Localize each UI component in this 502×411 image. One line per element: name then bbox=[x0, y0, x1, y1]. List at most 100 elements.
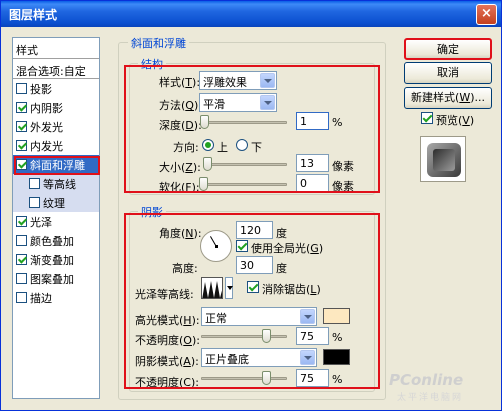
soften-input[interactable]: 0 bbox=[296, 174, 329, 192]
style-checkbox[interactable] bbox=[16, 121, 27, 132]
contour-dropdown-icon[interactable] bbox=[225, 277, 233, 299]
new-style-button[interactable]: 新建样式(W)... bbox=[404, 87, 492, 109]
style-preview-thumbnail bbox=[420, 136, 466, 182]
highlight-opacity-label: 不透明度(O): bbox=[135, 334, 200, 347]
style-list-item[interactable]: 斜面和浮雕 bbox=[13, 155, 99, 174]
size-slider[interactable] bbox=[203, 156, 287, 172]
style-checkbox[interactable] bbox=[16, 159, 27, 170]
highlight-mode-select[interactable]: 正常 bbox=[201, 307, 317, 326]
soften-unit: 像素 bbox=[332, 180, 354, 193]
angle-dial-icon[interactable] bbox=[200, 230, 232, 262]
slider-thumb[interactable] bbox=[203, 157, 213, 171]
slider-thumb[interactable] bbox=[199, 177, 208, 191]
depth-slider[interactable] bbox=[199, 114, 287, 130]
cancel-button[interactable]: 取消 bbox=[404, 62, 492, 84]
highlight-opacity-input[interactable]: 75 bbox=[296, 327, 329, 345]
gloss-contour-label: 光泽等高线: bbox=[135, 288, 194, 301]
slider-thumb[interactable] bbox=[261, 329, 271, 343]
direction-down-label: 下 bbox=[251, 141, 262, 154]
shading-title: 阴影 bbox=[138, 204, 166, 220]
style-list-item[interactable]: 图案叠加 bbox=[13, 269, 99, 288]
depth-input[interactable]: 1 bbox=[296, 112, 329, 130]
structure-title: 结构 bbox=[138, 56, 166, 72]
style-list-label: 颜色叠加 bbox=[30, 234, 74, 248]
style-checkbox[interactable] bbox=[16, 292, 27, 303]
window-title: 图层样式 bbox=[9, 8, 58, 22]
style-list-item[interactable]: 内阴影 bbox=[13, 98, 99, 117]
style-list-item[interactable]: 等高线 bbox=[13, 174, 99, 193]
title-bar: 图层样式 × bbox=[1, 1, 501, 27]
style-checkbox[interactable] bbox=[29, 178, 40, 189]
style-list-header[interactable]: 样式 bbox=[13, 38, 99, 59]
style-checkbox[interactable] bbox=[16, 83, 27, 94]
size-unit: 像素 bbox=[332, 160, 354, 173]
style-list-item[interactable]: 投影 bbox=[13, 79, 99, 98]
close-icon[interactable]: × bbox=[476, 4, 497, 25]
anti-aliased-label: 消除锯齿(L) bbox=[262, 283, 321, 296]
global-light-checkbox[interactable] bbox=[236, 240, 248, 252]
anti-aliased-checkbox[interactable] bbox=[247, 281, 259, 293]
direction-up-label: 上 bbox=[217, 141, 228, 154]
style-list-item[interactable]: 内发光 bbox=[13, 136, 99, 155]
style-list-label: 斜面和浮雕 bbox=[30, 158, 85, 172]
altitude-input[interactable]: 30 bbox=[236, 256, 273, 274]
chevron-down-icon bbox=[260, 95, 275, 110]
size-input[interactable]: 13 bbox=[296, 154, 329, 172]
style-list-label: 图案叠加 bbox=[30, 272, 74, 286]
angle-unit: 度 bbox=[276, 227, 287, 240]
watermark-logo: PConline bbox=[389, 371, 464, 389]
bevel-style-select[interactable]: 浮雕效果 bbox=[199, 71, 277, 90]
highlight-mode-label: 高光模式(H): bbox=[135, 314, 200, 327]
soften-label: 软化(F): bbox=[159, 181, 200, 194]
chevron-down-icon bbox=[300, 309, 315, 324]
style-list-label: 渐变叠加 bbox=[30, 253, 74, 267]
slider-thumb[interactable] bbox=[261, 371, 271, 385]
shadow-color-swatch[interactable] bbox=[323, 349, 350, 365]
soften-slider[interactable] bbox=[199, 176, 287, 192]
shadow-opacity-unit: % bbox=[332, 373, 343, 386]
shadow-mode-select[interactable]: 正片叠底 bbox=[201, 348, 317, 367]
watermark-subtitle: 太平洋电脑网 bbox=[397, 393, 464, 403]
style-list-label: 投影 bbox=[30, 82, 52, 96]
highlight-opacity-slider[interactable] bbox=[201, 328, 287, 344]
style-list-item[interactable]: 外发光 bbox=[13, 117, 99, 136]
style-list-item[interactable]: 光泽 bbox=[13, 212, 99, 231]
style-list: 样式 混合选项:自定 投影内阴影外发光内发光斜面和浮雕等高线纹理光泽颜色叠加渐变… bbox=[12, 37, 100, 399]
shadow-opacity-label: 不透明度(C): bbox=[135, 376, 199, 389]
style-list-item[interactable]: 颜色叠加 bbox=[13, 231, 99, 250]
highlight-color-swatch[interactable] bbox=[323, 308, 350, 324]
chevron-down-icon bbox=[300, 350, 315, 365]
gloss-contour-icon[interactable] bbox=[201, 277, 223, 299]
style-list-label: 等高线 bbox=[43, 177, 76, 191]
style-checkbox[interactable] bbox=[29, 197, 40, 208]
direction-up-radio[interactable] bbox=[202, 139, 214, 151]
shadow-opacity-slider[interactable] bbox=[201, 370, 287, 386]
depth-unit: % bbox=[332, 116, 343, 129]
technique-select[interactable]: 平滑 bbox=[199, 93, 277, 112]
altitude-unit: 度 bbox=[276, 262, 287, 275]
style-checkbox[interactable] bbox=[16, 140, 27, 151]
blending-options-item[interactable]: 混合选项:自定 bbox=[13, 59, 99, 79]
ok-button[interactable]: 确定 bbox=[404, 38, 492, 60]
shadow-opacity-input[interactable]: 75 bbox=[296, 369, 329, 387]
style-list-label: 光泽 bbox=[30, 215, 52, 229]
preview-checkbox[interactable] bbox=[421, 112, 433, 124]
style-checkbox[interactable] bbox=[16, 254, 27, 265]
style-list-item[interactable]: 纹理 bbox=[13, 193, 99, 212]
style-checkbox[interactable] bbox=[16, 102, 27, 113]
slider-thumb[interactable] bbox=[199, 115, 209, 129]
contour-curve-icon bbox=[202, 281, 222, 298]
angle-input[interactable]: 120 bbox=[236, 221, 273, 239]
global-light-label: 使用全局光(G) bbox=[251, 242, 324, 255]
style-list-item[interactable]: 渐变叠加 bbox=[13, 250, 99, 269]
style-checkbox[interactable] bbox=[16, 235, 27, 246]
style-checkbox[interactable] bbox=[16, 273, 27, 284]
style-list-label: 纹理 bbox=[43, 196, 65, 210]
layer-style-dialog: 图层样式 × 样式 混合选项:自定 投影 内阴影 外发光 内发光 斜面和浮雕 等高线 纹理光… bbox=[0, 0, 502, 411]
direction-down-radio[interactable] bbox=[236, 139, 248, 151]
bevel-emboss-title: 斜面和浮雕 bbox=[128, 35, 189, 51]
style-list-item[interactable]: 描边 bbox=[13, 288, 99, 307]
style-list-label: 外发光 bbox=[30, 120, 63, 134]
altitude-label: 高度: bbox=[172, 262, 198, 275]
style-checkbox[interactable] bbox=[16, 216, 27, 227]
